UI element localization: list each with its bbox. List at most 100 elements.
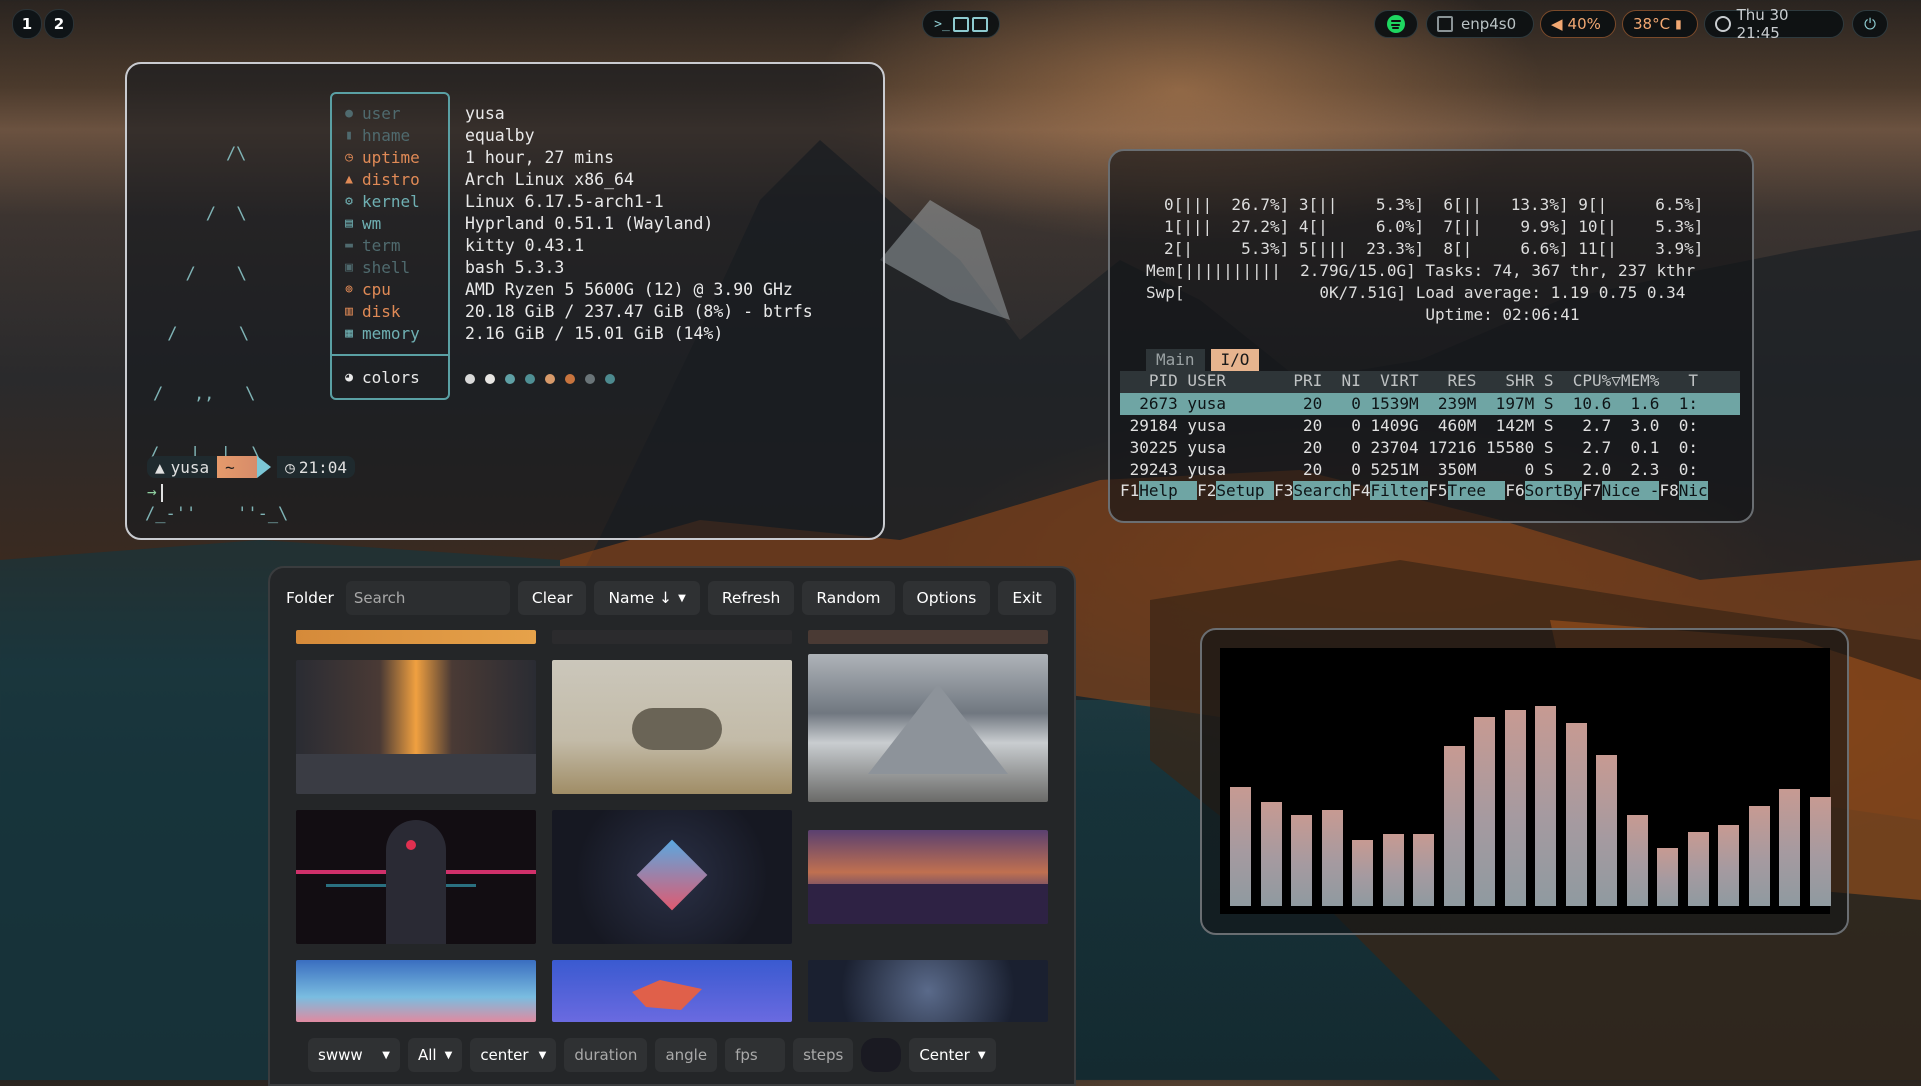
audio-visualizer-window[interactable] (1200, 628, 1849, 935)
visualizer-bar (1260, 802, 1282, 906)
wallpaper-thumbnail[interactable] (296, 630, 536, 644)
visualizer-bar (1657, 847, 1678, 906)
fkey-help[interactable]: F1Help (1120, 481, 1198, 503)
wallpaper-thumbnail[interactable] (552, 960, 792, 1022)
wallpaper-thumbnail[interactable] (808, 830, 1048, 924)
wallpaper-thumbnail[interactable] (808, 630, 1048, 644)
visualizer-bar (1748, 806, 1770, 906)
filter-dropdown[interactable]: All ▼ (408, 1038, 463, 1072)
network-indicator[interactable]: enp4s0 (1426, 10, 1534, 38)
exit-button[interactable]: Exit (998, 581, 1056, 615)
info-label-box: ● user ▮ hname ◷ uptime ▲ distro ⚙ kernel ▤ wm… (330, 92, 450, 400)
function-key-bar: F1Help F2Setup F3Search F4Filter F5Tree … (1120, 481, 1740, 503)
fkey-nice-plus[interactable]: F8Nic (1659, 481, 1708, 503)
cpu-meter-row-2: 1[||| 27.2%] 4[| 6.0%] 7[|| 9.9%] 10[| 5… (1164, 216, 1704, 236)
app-launcher-button[interactable]: >_ (922, 10, 1000, 38)
spotify-button[interactable] (1374, 10, 1418, 38)
volume-indicator[interactable]: ◀ 40% (1540, 10, 1616, 38)
cpu-icon: ⊚ (345, 281, 353, 297)
visualizer-bar (1565, 722, 1587, 906)
fkey-tree[interactable]: F5Tree (1428, 481, 1506, 503)
temperature-indicator[interactable]: 38°C ▮ (1622, 10, 1698, 38)
workspace-1-button[interactable]: 1 (12, 9, 42, 39)
value-uptime: 1 hour, 27 mins (465, 147, 615, 167)
color-picker-button[interactable] (861, 1038, 902, 1072)
process-row[interactable]: 2673 yusa 20 0 1539M 239M 197M S 10.6 1.… (1120, 393, 1740, 415)
memory-icon: ▦ (345, 325, 353, 341)
uptime-row: Uptime: 02:06:41 (1146, 304, 1580, 324)
visualizer-bar (1504, 709, 1526, 906)
fkey-nice-minus[interactable]: F7Nice - (1582, 481, 1660, 503)
clear-button[interactable]: Clear (517, 581, 587, 615)
ethernet-icon (1437, 16, 1453, 32)
angle-input[interactable]: angle (655, 1038, 718, 1072)
folder-button[interactable]: Folder (282, 581, 338, 615)
value-shell: bash 5.3.3 (465, 257, 565, 277)
value-kernel: Linux 6.17.5-arch1-1 (465, 191, 664, 211)
power-icon: ⏻ (1864, 15, 1876, 33)
label-uptime: ◷ uptime (342, 146, 420, 168)
tab-main[interactable]: Main (1146, 349, 1205, 371)
random-button[interactable]: Random (802, 581, 895, 615)
process-row[interactable]: 29243 yusa 20 0 5251M 350M 0 S 2.0 2.3 0… (1120, 459, 1740, 481)
wallpaper-thumbnail[interactable] (296, 810, 536, 944)
divider (332, 354, 448, 356)
swap-meter-row: Swp[ 0K/7.51G] Load average: 1.19 0.75 0… (1146, 282, 1686, 302)
power-button[interactable]: ⏻ (1852, 10, 1888, 38)
value-distro: Arch Linux x86_64 (465, 169, 634, 189)
refresh-button[interactable]: Refresh (707, 581, 795, 615)
wallpaper-thumbnail[interactable] (552, 630, 792, 644)
prompt-user-segment: ▲ yusa (147, 456, 218, 478)
process-table-header[interactable]: PID USER PRI NI VIRT RES SHR S CPU%▽MEM%… (1120, 371, 1740, 393)
value-cpu: AMD Ryzen 5 5600G (12) @ 3.90 GHz (465, 279, 793, 299)
visualizer-bar (1596, 755, 1617, 906)
position-dropdown[interactable]: center ▼ (470, 1038, 557, 1072)
value-memory: 2.16 GiB / 15.01 GiB (14%) (465, 323, 724, 343)
wallpaper-thumbnail[interactable] (552, 810, 792, 944)
cpu-meter-row-3: 2[| 5.3%] 5[||| 23.3%] 8[| 6.6%] 11[| 3.… (1164, 238, 1704, 258)
clock-indicator[interactable]: Thu 30 21:45 (1704, 6, 1844, 42)
position-label: center (480, 1046, 529, 1064)
value-hname: equalby (465, 125, 535, 145)
fkey-sortby[interactable]: F6SortBy (1505, 481, 1583, 503)
workspace-2-button[interactable]: 2 (44, 9, 74, 39)
visualizer-bar (1809, 796, 1831, 906)
fkey-filter[interactable]: F4Filter (1351, 481, 1429, 503)
workspace-number: 2 (53, 15, 65, 33)
wallpaper-thumbnail[interactable] (296, 960, 536, 1022)
chevron-down-icon: ▼ (678, 592, 686, 604)
sort-dropdown[interactable]: Name ↓ ▼ (594, 581, 700, 615)
fps-input[interactable]: fps (725, 1038, 786, 1072)
clock-label: Thu 30 21:45 (1736, 6, 1789, 42)
process-row[interactable]: 29184 yusa 20 0 1409G 460M 142M S 2.7 3.… (1120, 415, 1740, 437)
duration-input[interactable]: duration (564, 1038, 648, 1072)
clock-icon: ◷ (345, 149, 353, 165)
wallpaper-thumbnail[interactable] (808, 960, 1048, 1022)
wallpaper-picker-window[interactable]: Folder Search Clear Name ↓ ▼ Refresh Rand… (268, 566, 1076, 1086)
fkey-search[interactable]: F3Search (1274, 481, 1352, 503)
command-line[interactable]: → (147, 482, 163, 502)
wallpaper-thumbnail[interactable] (296, 660, 536, 794)
wallpaper-thumbnail[interactable] (808, 654, 1048, 802)
htop-terminal-window[interactable]: 0[||| 26.7%] 3[|| 5.3%] 6[|| 13.3%] 9[| … (1108, 149, 1754, 523)
visualizer-bar (1687, 832, 1709, 906)
sort-label: Name ↓ (608, 589, 673, 607)
steps-input[interactable]: steps (793, 1038, 854, 1072)
chevron-down-icon: ▼ (977, 1049, 986, 1061)
fkey-setup[interactable]: F2Setup (1197, 481, 1275, 503)
disk-icon: ▥ (345, 303, 353, 319)
arch-icon: ▲ (345, 171, 353, 187)
palette-color-dot (605, 374, 615, 384)
palette-color-dot (565, 374, 575, 384)
label-cpu: ⊚ cpu (342, 278, 391, 300)
wallpaper-thumbnail[interactable] (552, 660, 792, 794)
tab-io[interactable]: I/O (1210, 349, 1260, 371)
backend-dropdown[interactable]: swww ▼ (308, 1038, 400, 1072)
search-input[interactable]: Search (345, 581, 510, 615)
palette-color-dot (545, 374, 555, 384)
shell-prompt: ▲ yusa ~ ◷ 21:04 (147, 456, 355, 478)
options-button[interactable]: Options (902, 581, 991, 615)
process-row[interactable]: 30225 yusa 20 0 23704 17216 15580 S 2.7 … (1120, 437, 1740, 459)
fastfetch-terminal-window[interactable]: /\ / \ / \ / \ / ,, \ / | | \ /_-'' ''-_… (125, 62, 885, 540)
align-dropdown[interactable]: Center ▼ (909, 1038, 996, 1072)
